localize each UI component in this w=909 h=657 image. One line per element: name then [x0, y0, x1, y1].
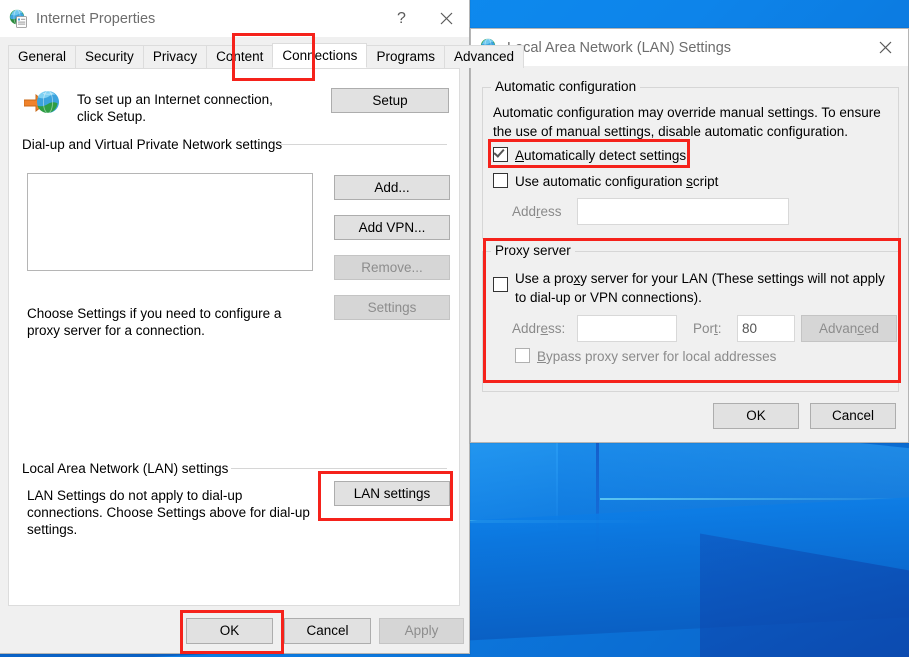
lan-group-label: Local Area Network (LAN) settings: [22, 461, 229, 476]
automatic-configuration-group-label: Automatic configuration: [491, 79, 641, 94]
setup-globe-icon: [23, 87, 60, 119]
setup-description: To set up an Internet connection, click …: [77, 92, 273, 124]
proxy-address-input[interactable]: [577, 315, 677, 342]
add-button[interactable]: Add...: [334, 175, 450, 200]
internet-properties-ok-button[interactable]: OK: [186, 618, 273, 644]
internet-properties-window: Internet Properties ? General Security P…: [0, 0, 524, 654]
lan-settings-titlebar-buttons: [863, 29, 908, 66]
dialup-connections-list[interactable]: [27, 173, 313, 271]
tab-security[interactable]: Security: [75, 45, 144, 68]
script-address-label: Address: [512, 204, 562, 219]
use-automatic-configuration-script-label: Use automatic configuration script: [515, 174, 719, 189]
accel-e: e: [540, 321, 549, 336]
tab-advanced[interactable]: Advanced: [443, 45, 524, 68]
use-automatic-configuration-script-row[interactable]: Use automatic configuration script: [493, 173, 718, 190]
internet-properties-apply-button: Apply: [379, 618, 464, 644]
tab-general[interactable]: General: [8, 45, 77, 68]
lan-group-divider: [231, 468, 447, 469]
advanced-button: Advan c ed: [801, 315, 897, 342]
automatically-detect-settings-row[interactable]: Automatically detect settings: [493, 146, 687, 164]
lan-settings-titlebar: Local Area Network (LAN) Settings: [471, 29, 908, 66]
tab-content[interactable]: Content: [206, 45, 274, 68]
automatically-detect-settings-checkbox[interactable]: [493, 146, 508, 162]
checkmark-icon: [493, 146, 505, 158]
internet-properties-icon: [9, 9, 28, 28]
dialup-group-divider: [281, 144, 447, 145]
lan-description: LAN Settings do not apply to dial-up con…: [27, 488, 310, 537]
help-button[interactable]: ?: [379, 0, 424, 37]
accel-A: A: [515, 148, 525, 163]
tab-programs[interactable]: Programs: [366, 45, 445, 68]
lan-settings-window: Local Area Network (LAN) Settings Automa…: [470, 28, 909, 443]
connections-tab-page: To set up an Internet connection, click …: [8, 68, 460, 606]
close-icon[interactable]: [863, 29, 908, 66]
remove-button: Remove...: [334, 255, 450, 280]
use-automatic-configuration-script-checkbox[interactable]: [493, 173, 508, 188]
add-vpn-button[interactable]: Add VPN...: [334, 215, 450, 240]
bypass-proxy-checkbox[interactable]: [515, 348, 530, 363]
accel-c: c: [857, 320, 864, 336]
use-proxy-server-row[interactable]: Use a proxy server for your LAN (These s…: [493, 269, 889, 307]
tab-privacy[interactable]: Privacy: [142, 45, 208, 68]
automatic-configuration-description: Automatic configuration may override man…: [493, 105, 881, 139]
proxy-address-label: Address:: [512, 321, 566, 336]
internet-properties-titlebar: Internet Properties ?: [0, 0, 469, 37]
lan-settings-title: Local Area Network (LAN) Settings: [507, 39, 732, 56]
automatically-detect-settings-label: Automatically detect settings: [515, 148, 687, 163]
internet-properties-titlebar-buttons: ?: [379, 0, 469, 37]
internet-properties-tabstrip: General Security Privacy Content Connect…: [0, 43, 524, 68]
accel-B: B: [537, 349, 547, 364]
proxy-server-group-label: Proxy server: [491, 243, 575, 258]
choose-settings-description: Choose Settings if you need to configure…: [27, 306, 282, 338]
settings-button: Settings: [334, 295, 450, 320]
lan-settings-button[interactable]: LAN settings: [334, 481, 450, 506]
use-proxy-server-checkbox[interactable]: [493, 277, 508, 292]
script-address-input[interactable]: [577, 198, 789, 225]
lan-settings-ok-button[interactable]: OK: [713, 403, 799, 429]
proxy-port-input[interactable]: 80: [737, 315, 795, 342]
internet-properties-cancel-button[interactable]: Cancel: [284, 618, 371, 644]
proxy-port-label: Port:: [693, 321, 722, 336]
bypass-proxy-label: Bypass proxy server for local addresses: [537, 349, 777, 364]
setup-button[interactable]: Setup: [331, 88, 449, 113]
tab-connections[interactable]: Connections: [272, 43, 368, 68]
lan-settings-cancel-button[interactable]: Cancel: [810, 403, 896, 429]
bypass-proxy-row[interactable]: Bypass proxy server for local addresses: [515, 348, 776, 365]
close-icon[interactable]: [424, 0, 469, 37]
internet-properties-title: Internet Properties: [36, 10, 156, 27]
use-proxy-server-label: Use a proxy server for your LAN (These s…: [515, 271, 885, 305]
dialup-group-label: Dial-up and Virtual Private Network sett…: [22, 137, 283, 152]
accel-s: s: [686, 174, 693, 189]
